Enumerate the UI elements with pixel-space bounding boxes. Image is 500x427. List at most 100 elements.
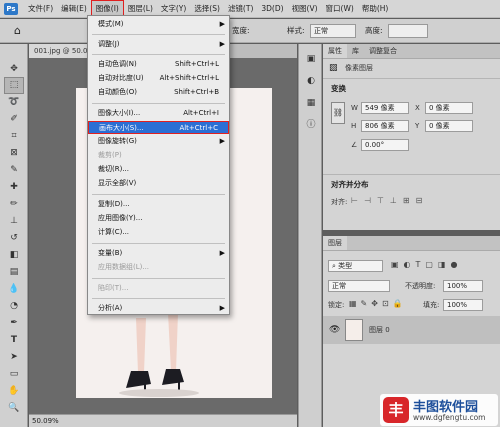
separator <box>92 194 225 195</box>
watermark: 丰 丰图软件园 www.dgfengtu.com <box>380 394 498 426</box>
zoom-level[interactable]: 50.09% <box>32 417 59 425</box>
eyedropper-icon[interactable]: ✎ <box>5 163 23 178</box>
style-select[interactable]: 正常 <box>310 24 356 38</box>
menu-item-image-rotation[interactable]: 图像旋转(G) ▶ <box>88 135 229 148</box>
divider <box>323 78 500 79</box>
pen-tool-icon[interactable]: ✒ <box>5 316 23 331</box>
menu-item-canvas-size[interactable]: 画布大小(S)... Alt+Ctrl+C <box>88 121 229 134</box>
lock-icons[interactable]: ▦✎✥⊡🔒 <box>349 299 407 308</box>
angle-icon: ∠ <box>351 141 358 149</box>
height-field[interactable] <box>388 24 428 38</box>
info-panel-icon[interactable]: ⓘ <box>303 118 319 132</box>
chevron-right-icon: ▶ <box>219 304 225 312</box>
watermark-url: www.dgfengtu.com <box>413 413 486 422</box>
layers-tabs: 图层 <box>323 236 500 251</box>
properties-tabs: 属性 库 调整复合 <box>323 44 500 59</box>
lock-label: 锁定: <box>328 301 345 309</box>
y-field[interactable]: 0 像素 <box>425 120 473 132</box>
menu-item-calculations[interactable]: 计算(C)... <box>88 226 229 239</box>
eraser-tool-icon[interactable]: ◧ <box>5 248 23 263</box>
opacity-field[interactable]: 100% <box>443 280 483 292</box>
shape-tool-icon[interactable]: ▭ <box>5 367 23 382</box>
menu-item-auto-contrast[interactable]: 自动对比度(U) Alt+Shift+Ctrl+L <box>88 72 229 85</box>
separator <box>92 243 225 244</box>
x-field[interactable]: 0 像素 <box>425 102 473 114</box>
menu-bar: Ps 文件(F) 编辑(E) 图像(I) 图层(L) 文字(Y) 选择(S) 滤… <box>0 0 500 18</box>
menu-item-trap: 陷印(T)... <box>98 284 129 292</box>
lasso-tool-icon[interactable]: ➰ <box>5 95 23 110</box>
menu-item-duplicate[interactable]: 复制(D)... <box>88 198 229 211</box>
swatches-panel-icon[interactable]: ▦ <box>303 96 319 110</box>
link-icon[interactable]: ⛓ <box>331 102 345 124</box>
height-field[interactable]: 806 像素 <box>361 120 409 132</box>
menu-item-image-size[interactable]: 图像大小(I)... Alt+Ctrl+I <box>88 107 229 120</box>
transform-title: 变换 <box>331 84 346 93</box>
dodge-tool-icon[interactable]: ◔ <box>5 299 23 314</box>
tab-libraries[interactable]: 库 <box>347 44 364 58</box>
layer-filter-icons[interactable]: ▣◐T▢◨● <box>391 260 463 269</box>
healing-brush-icon[interactable]: ✚ <box>5 180 23 195</box>
menu-item-mode[interactable]: 模式(M) ▶ <box>88 18 229 31</box>
tab-adjustments[interactable]: 调整复合 <box>364 44 402 58</box>
blend-mode-select[interactable]: 正常 <box>328 280 390 292</box>
align-title: 对齐并分布 <box>331 180 369 189</box>
tab-properties[interactable]: 属性 <box>323 44 347 58</box>
separator <box>92 298 225 299</box>
move-tool-icon[interactable]: ✥ <box>5 62 23 77</box>
options-bar: ⌂ 宽度: 样式: 正常 高度: <box>0 19 500 43</box>
text-tool-icon[interactable]: T <box>5 333 23 348</box>
brush-tool-icon[interactable]: ✏ <box>5 197 23 212</box>
menu-edit[interactable]: 编辑(E) <box>57 0 91 18</box>
hand-tool-icon[interactable]: ✋ <box>5 384 23 399</box>
menu-3d[interactable]: 3D(D) <box>257 0 287 18</box>
menu-item-variables[interactable]: 变量(B) ▶ <box>88 247 229 260</box>
layer-row[interactable]: 👁 图层 0 <box>323 316 500 344</box>
menu-view[interactable]: 视图(V) <box>288 0 322 18</box>
menu-item-crop: 裁剪(P) <box>98 151 122 159</box>
frame-tool-icon[interactable]: ⊠ <box>5 146 23 161</box>
separator <box>92 278 225 279</box>
home-icon[interactable]: ⌂ <box>14 23 21 39</box>
blur-tool-icon[interactable]: 💧 <box>5 282 23 297</box>
quick-select-icon[interactable]: ✐ <box>5 112 23 127</box>
layer-filter-select[interactable]: ⌕ 类型 <box>328 260 383 272</box>
menu-item-reveal-all[interactable]: 显示全部(V) <box>88 177 229 190</box>
menu-file[interactable]: 文件(F) <box>24 0 57 18</box>
menu-item-trim[interactable]: 裁切(R)... <box>88 163 229 176</box>
chevron-right-icon: ▶ <box>219 40 225 48</box>
chevron-right-icon: ▶ <box>219 249 225 257</box>
menu-help[interactable]: 帮助(H) <box>358 0 393 18</box>
angle-field[interactable]: 0.00° <box>361 139 409 151</box>
separator <box>92 54 225 55</box>
menu-item-auto-tone[interactable]: 自动色调(N) Shift+Ctrl+L <box>88 58 229 71</box>
layer-thumbnail <box>345 319 363 341</box>
crop-tool-icon[interactable]: ⌗ <box>5 129 23 144</box>
eye-icon[interactable]: 👁 <box>329 325 340 335</box>
history-brush-icon[interactable]: ↺ <box>5 231 23 246</box>
menu-item-apply-image[interactable]: 应用图像(Y)... <box>88 212 229 225</box>
menu-window[interactable]: 窗口(W) <box>322 0 358 18</box>
filter-label: 类型 <box>338 262 353 270</box>
path-select-icon[interactable]: ➤ <box>5 350 23 365</box>
color-panel-icon[interactable]: ◐ <box>303 74 319 88</box>
chevron-right-icon: ▶ <box>219 137 225 145</box>
separator <box>92 34 225 35</box>
tab-layers[interactable]: 图层 <box>323 236 347 250</box>
fill-field[interactable]: 100% <box>443 299 483 311</box>
menu-item-apply-data-set: 应用数据组(L)... <box>98 263 150 271</box>
x-label: X <box>415 104 420 112</box>
history-panel-icon[interactable]: ▣ <box>303 52 319 66</box>
status-bar: 50.09% <box>29 414 297 427</box>
gradient-tool-icon[interactable]: ▤ <box>5 265 23 280</box>
align-buttons-icon[interactable]: ⊢⊣⊤⊥⊞⊟ <box>351 196 428 205</box>
menu-item-analysis[interactable]: 分析(A) ▶ <box>88 302 229 315</box>
properties-panel: 属性 库 调整复合 ▨ 像素图层 变换 ⛓ W 549 像素 X 0 像素 H … <box>323 44 500 230</box>
width-field[interactable]: 549 像素 <box>361 102 409 114</box>
menu-item-auto-color[interactable]: 自动颜色(O) Shift+Ctrl+B <box>88 86 229 99</box>
marquee-tool-icon[interactable]: ⬚ <box>4 77 24 94</box>
zoom-tool-icon[interactable]: 🔍 <box>5 401 23 416</box>
properties-subtitle: 像素图层 <box>345 64 373 72</box>
stamp-tool-icon[interactable]: ⊥ <box>5 214 23 229</box>
menu-item-adjustments[interactable]: 调整(J) ▶ <box>88 38 229 51</box>
layer-name[interactable]: 图层 0 <box>369 324 390 336</box>
